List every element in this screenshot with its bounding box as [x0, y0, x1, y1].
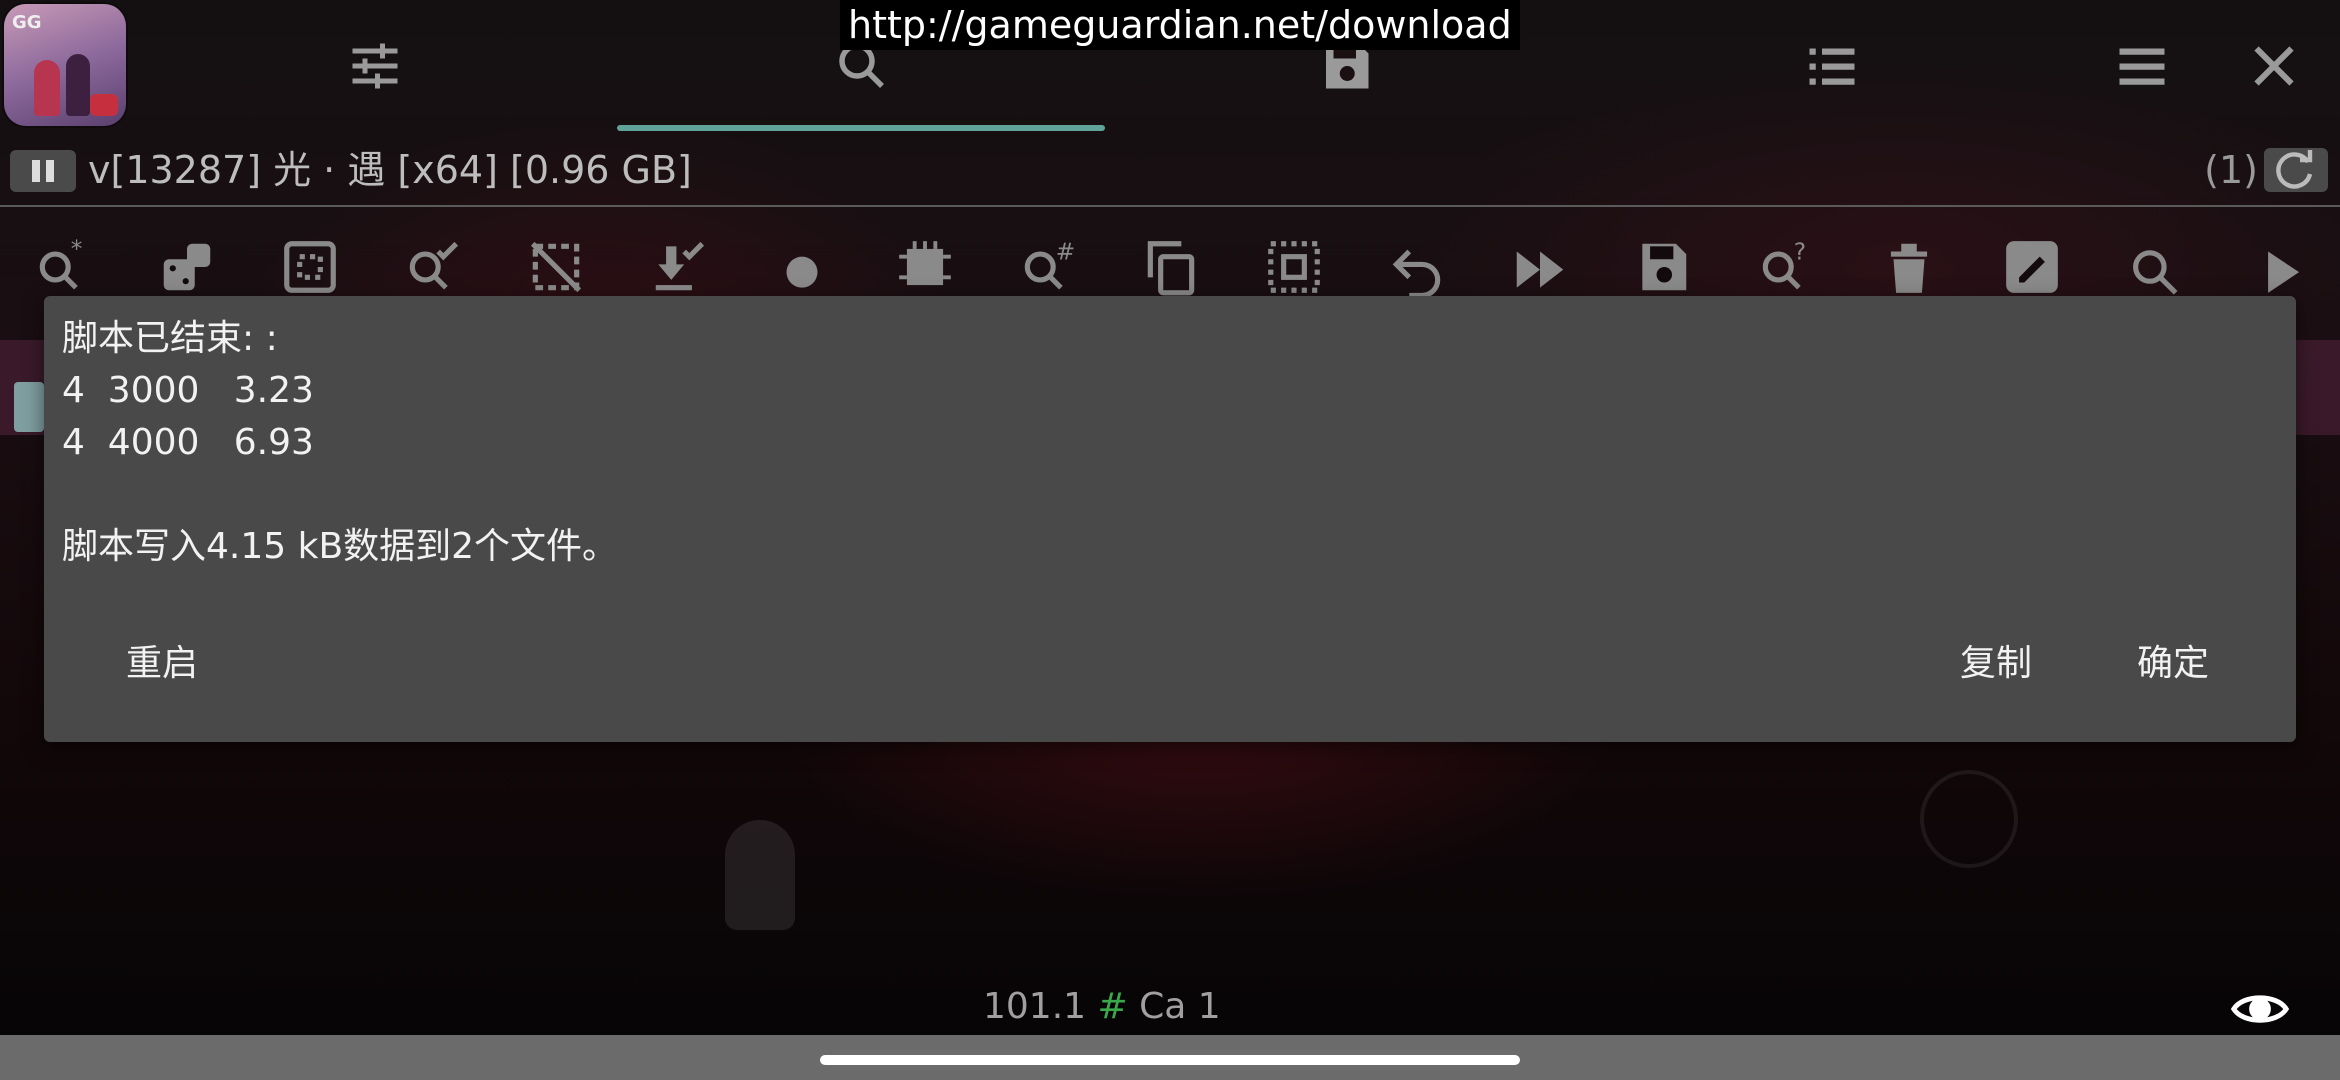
select-all-icon[interactable] — [1263, 236, 1325, 298]
svg-text:*: * — [71, 236, 83, 263]
eye-icon[interactable] — [2230, 986, 2290, 1032]
copy-button[interactable]: 复制 — [1960, 634, 2032, 694]
search-tool-icon[interactable] — [2124, 236, 2186, 298]
result-line: 4 4000 6.93 — [62, 422, 314, 463]
row-checkbox[interactable] — [14, 382, 44, 432]
save-file-icon[interactable] — [1632, 236, 1694, 298]
process-label[interactable]: v[13287] 光 · 遇 [x64] [0.96 GB] — [88, 144, 692, 196]
ok-button[interactable]: 确定 — [2137, 634, 2209, 694]
tool-row: * # ? — [0, 236, 2340, 300]
process-bar: v[13287] 光 · 遇 [x64] [0.96 GB] (1) — [0, 142, 2340, 202]
restart-button[interactable]: 重启 — [126, 634, 198, 694]
system-nav-bar — [0, 1035, 2340, 1080]
deselect-icon[interactable] — [525, 236, 587, 298]
search-fuzzy-icon[interactable]: * — [32, 236, 94, 298]
url-banner: http://gameguardian.net/download — [840, 0, 1520, 50]
select-area-icon[interactable] — [279, 236, 341, 298]
result-line: 4 3000 3.23 — [62, 370, 314, 411]
dice-icon[interactable] — [156, 236, 218, 298]
app-icon[interactable]: GG — [4, 4, 126, 126]
fast-forward-icon[interactable] — [1509, 236, 1571, 298]
import-check-icon[interactable] — [648, 236, 710, 298]
active-tab-indicator — [617, 125, 1105, 131]
delete-icon[interactable] — [1878, 236, 1940, 298]
pause-button[interactable] — [10, 150, 76, 192]
process-count: (1) — [2204, 148, 2258, 192]
list-row-right — [2296, 340, 2340, 435]
bottom-status: 101.1 # Ca 1 — [983, 986, 1221, 1027]
star-button — [1920, 770, 2018, 868]
settings-sliders-icon[interactable] — [345, 36, 405, 96]
close-icon[interactable] — [2244, 36, 2304, 96]
svg-text:?: ? — [1794, 238, 1806, 265]
undo-icon[interactable] — [1386, 236, 1448, 298]
copy-icon[interactable] — [1140, 236, 1202, 298]
character-silhouette — [725, 820, 795, 930]
record-icon[interactable] — [771, 236, 833, 298]
dialog-title: 脚本已结束: : — [62, 318, 278, 359]
divider — [0, 205, 2340, 207]
home-indicator[interactable] — [820, 1055, 1520, 1065]
menu-icon[interactable] — [2112, 36, 2172, 96]
search-unknown-icon[interactable]: ? — [1755, 236, 1817, 298]
dialog-summary: 脚本写入4.15 kB数据到2个文件。 — [62, 526, 619, 567]
script-finished-dialog: 脚本已结束: : 4 3000 3.23 4 4000 6.93 脚本写入4.1… — [44, 296, 2296, 742]
search-check-icon[interactable] — [402, 236, 464, 298]
search-number-icon[interactable]: # — [1017, 236, 1079, 298]
play-icon[interactable] — [2250, 236, 2312, 298]
svg-text:#: # — [1056, 238, 1075, 265]
refresh-icon[interactable] — [2264, 148, 2328, 192]
chip-icon[interactable] — [894, 236, 956, 298]
edit-icon[interactable] — [2001, 236, 2063, 298]
list-icon[interactable] — [1802, 36, 1862, 96]
